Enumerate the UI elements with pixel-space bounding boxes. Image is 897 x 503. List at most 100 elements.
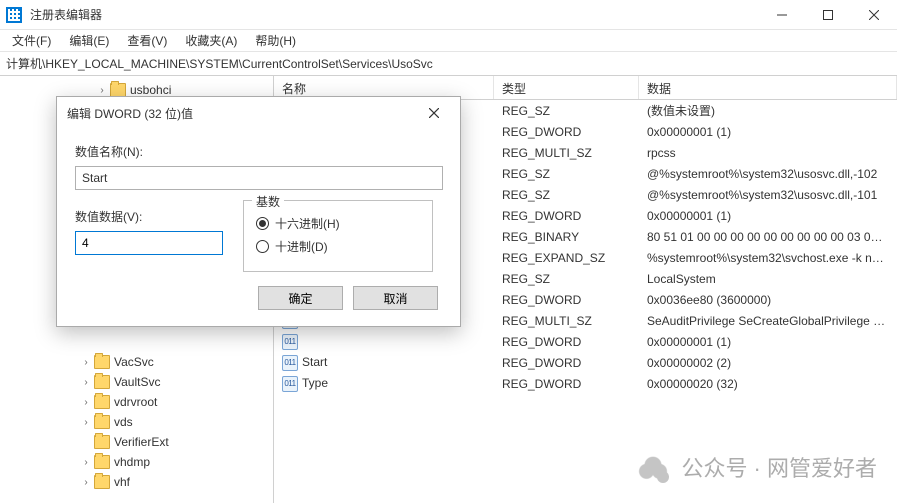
close-button[interactable]: [851, 0, 897, 30]
menu-help[interactable]: 帮助(H): [247, 30, 304, 51]
cell-data: 0x00000001 (1): [639, 125, 897, 139]
folder-icon: [94, 415, 110, 429]
cell-name: 011Start: [274, 355, 494, 371]
column-header-data[interactable]: 数据: [639, 76, 897, 99]
folder-icon: [94, 395, 110, 409]
value-name-label: 数值名称(N):: [75, 143, 442, 160]
cell-type: REG_MULTI_SZ: [494, 146, 639, 160]
menu-view[interactable]: 查看(V): [119, 30, 175, 51]
chevron-right-icon[interactable]: [80, 437, 92, 448]
folder-icon: [94, 475, 110, 489]
reg-binary-icon: 011: [282, 355, 298, 371]
cell-data: 0x00000020 (32): [639, 377, 897, 391]
tree-item[interactable]: › VaultSvc: [0, 372, 273, 392]
cell-type: REG_SZ: [494, 188, 639, 202]
dialog-close-button[interactable]: [418, 99, 450, 127]
base-legend: 基数: [252, 193, 284, 210]
cell-name: 011: [274, 334, 494, 350]
chevron-right-icon[interactable]: ›: [96, 85, 108, 96]
edit-dword-dialog: 编辑 DWORD (32 位)值 数值名称(N): 数值数据(V): 基数 十六…: [56, 96, 461, 327]
tree-item[interactable]: › vds: [0, 412, 273, 432]
tree-item-label: vhf: [114, 475, 130, 489]
tree-item[interactable]: › vhdmp: [0, 452, 273, 472]
folder-icon: [94, 455, 110, 469]
tree-item[interactable]: VerifierExt: [0, 432, 273, 452]
folder-icon: [94, 375, 110, 389]
cell-data: 0x00000001 (1): [639, 335, 897, 349]
cell-type: REG_DWORD: [494, 335, 639, 349]
reg-binary-icon: 011: [282, 334, 298, 350]
wechat-icon: [635, 449, 671, 485]
cell-data: 0x00000001 (1): [639, 209, 897, 223]
cell-data: @%systemroot%\system32\usosvc.dll,-101: [639, 188, 897, 202]
column-header-type[interactable]: 类型: [494, 76, 639, 99]
cancel-button[interactable]: 取消: [353, 286, 438, 310]
tree-item-label: VerifierExt: [114, 435, 169, 449]
app-title: 注册表编辑器: [30, 6, 759, 23]
cell-type: REG_MULTI_SZ: [494, 314, 639, 328]
cell-data: (数值未设置): [639, 102, 897, 119]
radio-hex-label: 十六进制(H): [275, 215, 340, 232]
cell-type: REG_SZ: [494, 272, 639, 286]
tree-item-label: vhdmp: [114, 455, 150, 469]
base-fieldset: 基数 十六进制(H) 十进制(D): [243, 200, 433, 272]
window-controls: [759, 0, 897, 30]
dialog-title-text: 编辑 DWORD (32 位)值: [67, 105, 193, 122]
tree-item[interactable]: ›VacSvc: [0, 352, 273, 372]
chevron-right-icon[interactable]: ›: [80, 397, 92, 408]
radio-icon: [256, 240, 269, 253]
cell-data: rpcss: [639, 146, 897, 160]
ok-button[interactable]: 确定: [258, 286, 343, 310]
tree-item[interactable]: › vhf: [0, 472, 273, 492]
menu-file[interactable]: 文件(F): [4, 30, 59, 51]
chevron-right-icon[interactable]: ›: [80, 357, 92, 368]
chevron-right-icon[interactable]: ›: [80, 377, 92, 388]
cell-type: REG_BINARY: [494, 230, 639, 244]
tree-item-label: vdrvroot: [114, 395, 157, 409]
dialog-titlebar[interactable]: 编辑 DWORD (32 位)值: [57, 97, 460, 129]
cell-data: LocalSystem: [639, 272, 897, 286]
radio-hex[interactable]: 十六进制(H): [256, 215, 420, 232]
value-name-field[interactable]: [75, 166, 443, 190]
cell-type: REG_DWORD: [494, 293, 639, 307]
cell-data: 80 51 01 00 00 00 00 00 00 00 00 00 03 0…: [639, 230, 897, 244]
tree-item-label: vds: [114, 415, 133, 429]
cell-type: REG_DWORD: [494, 377, 639, 391]
cell-type: REG_SZ: [494, 104, 639, 118]
chevron-right-icon[interactable]: ›: [80, 417, 92, 428]
radio-dec[interactable]: 十进制(D): [256, 238, 420, 255]
list-row[interactable]: 011 REG_DWORD0x00000001 (1): [274, 331, 897, 352]
address-bar[interactable]: 计算机\HKEY_LOCAL_MACHINE\SYSTEM\CurrentCon…: [0, 52, 897, 76]
chevron-right-icon[interactable]: ›: [80, 457, 92, 468]
minimize-button[interactable]: [759, 0, 805, 30]
app-icon: [6, 7, 22, 23]
cell-name: 011Type: [274, 376, 494, 392]
tree-item-label: usbohci: [130, 83, 171, 97]
folder-icon: [110, 83, 126, 97]
menubar: 文件(F) 编辑(E) 查看(V) 收藏夹(A) 帮助(H): [0, 30, 897, 52]
menu-edit[interactable]: 编辑(E): [61, 30, 117, 51]
radio-dec-label: 十进制(D): [275, 238, 328, 255]
tree-item[interactable]: › vdrvroot: [0, 392, 273, 412]
value-data-label: 数值数据(V):: [75, 208, 223, 225]
menu-favorites[interactable]: 收藏夹(A): [177, 30, 245, 51]
list-row[interactable]: 011TypeREG_DWORD0x00000020 (32): [274, 373, 897, 394]
cell-type: REG_EXPAND_SZ: [494, 251, 639, 265]
tree-item-label: VaultSvc: [114, 375, 160, 389]
cell-data: SeAuditPrivilege SeCreateGlobalPrivilege…: [639, 314, 897, 328]
watermark: 公众号 · 网管爱好者: [635, 449, 877, 485]
cell-data: @%systemroot%\system32\usosvc.dll,-102: [639, 167, 897, 181]
titlebar: 注册表编辑器: [0, 0, 897, 30]
folder-icon: [94, 355, 110, 369]
chevron-right-icon[interactable]: ›: [80, 477, 92, 488]
cell-data: 0x00000002 (2): [639, 356, 897, 370]
list-row[interactable]: 011StartREG_DWORD0x00000002 (2): [274, 352, 897, 373]
cell-data: 0x0036ee80 (3600000): [639, 293, 897, 307]
folder-icon: [94, 435, 110, 449]
maximize-button[interactable]: [805, 0, 851, 30]
reg-binary-icon: 011: [282, 376, 298, 392]
value-data-field[interactable]: [75, 231, 223, 255]
cell-type: REG_DWORD: [494, 125, 639, 139]
radio-icon: [256, 217, 269, 230]
cell-type: REG_DWORD: [494, 209, 639, 223]
